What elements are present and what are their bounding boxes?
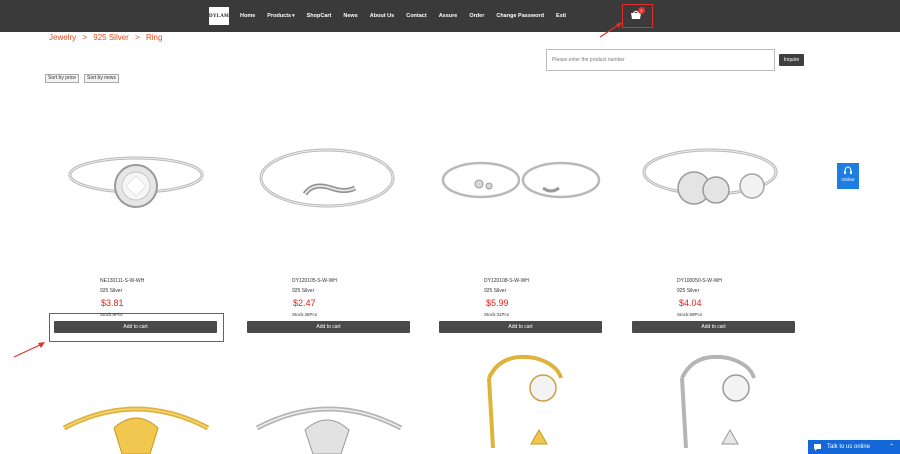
annotation-arrow-cart (599, 22, 622, 38)
annotation-arrow-add (13, 342, 45, 358)
product-stock: Stock:35Pcs (292, 312, 318, 317)
product-number-search-input[interactable]: Please enter the product number (546, 49, 775, 71)
nav-about-us[interactable]: About Us (370, 13, 394, 19)
online-label: Online (841, 177, 855, 182)
product-stock: Stock:31Pcs (484, 312, 510, 317)
nav-order[interactable]: Order (469, 13, 484, 19)
add-to-cart-button[interactable]: Add to cart (54, 321, 217, 333)
inquire-button[interactable]: Inquire (779, 54, 804, 66)
product-material: 925 Silver (484, 288, 507, 294)
product-image[interactable] (439, 348, 602, 454)
product-price: $2.47 (293, 298, 316, 308)
chevron-down-icon: ▾ (292, 13, 295, 19)
talk-to-us-widget[interactable]: Talk to us online ⌃ (808, 440, 900, 454)
product-code[interactable]: DY100050-S-W-WH (677, 278, 722, 284)
product-stock: Stock:8Pcs (100, 312, 123, 317)
headset-icon (844, 166, 852, 174)
product-stock: Stock:69Pcs (677, 312, 703, 317)
product-image[interactable] (247, 388, 410, 454)
breadcrumb-925-silver[interactable]: 925 Silver (93, 33, 129, 42)
product-material: 925 Silver (100, 288, 123, 294)
add-to-cart-button[interactable]: Add to cart (439, 321, 602, 333)
main-nav: Home Products▾ ShopCart News About Us Co… (240, 0, 578, 32)
cart-highlight-box (622, 4, 653, 28)
product-code[interactable]: NE130111-S-W-WH (100, 278, 144, 284)
breadcrumb-separator: > (135, 33, 140, 42)
product-image[interactable] (54, 128, 217, 248)
sort-by-news-button[interactable]: Sort by news (84, 74, 119, 83)
chevron-up-icon: ⌃ (888, 444, 894, 450)
product-image[interactable] (247, 128, 410, 248)
nav-news[interactable]: News (343, 13, 357, 19)
product-price: $5.99 (486, 298, 509, 308)
nav-exit[interactable]: Exit (556, 13, 566, 19)
product-material: 925 Silver (677, 288, 700, 294)
nav-change-password[interactable]: Change Password (496, 13, 544, 19)
product-price: $4.04 (679, 298, 702, 308)
top-nav-bar: DYLAM Home Products▾ ShopCart News About… (0, 0, 900, 32)
add-to-cart-button[interactable]: Add to cart (247, 321, 410, 333)
product-price: $3.81 (101, 298, 124, 308)
product-code[interactable]: DY120108-S-W-WH (484, 278, 529, 284)
sort-by-price-button[interactable]: Sort by price (45, 74, 80, 83)
add-to-cart-button[interactable]: Add to cart (632, 321, 795, 333)
breadcrumb: Jewelry > 925 Silver > Ring (49, 33, 166, 42)
nav-products-label: Products (267, 13, 292, 19)
product-image[interactable] (632, 348, 795, 454)
chat-bubble-icon (814, 444, 821, 451)
breadcrumb-ring[interactable]: Ring (146, 33, 162, 42)
site-logo[interactable]: DYLAM (209, 7, 229, 25)
nav-contact[interactable]: Contact (406, 13, 426, 19)
product-code[interactable]: DY120105-S-W-WH (292, 278, 337, 284)
product-image[interactable] (439, 128, 602, 248)
nav-shopcart[interactable]: ShopCart (307, 13, 332, 19)
talk-label: Talk to us online (827, 444, 871, 450)
online-support-widget[interactable]: Online (837, 163, 859, 189)
product-image[interactable] (54, 388, 217, 454)
breadcrumb-separator: > (82, 33, 88, 42)
product-material: 925 Silver (292, 288, 315, 294)
breadcrumb-jewelry[interactable]: Jewelry (49, 33, 76, 42)
nav-products[interactable]: Products▾ (267, 13, 294, 19)
product-image[interactable] (632, 128, 795, 248)
nav-home[interactable]: Home (240, 13, 255, 19)
nav-assure[interactable]: Assure (439, 13, 458, 19)
page: DYLAM Home Products▾ ShopCart News About… (0, 0, 900, 454)
